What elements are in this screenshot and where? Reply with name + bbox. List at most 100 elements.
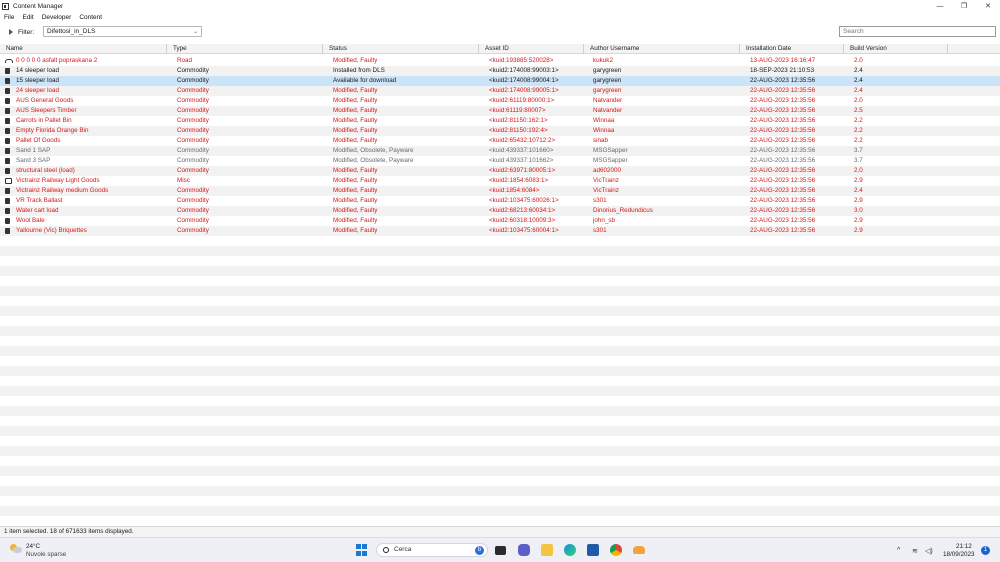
column-header-status[interactable]: Status: [323, 44, 479, 54]
wifi-icon[interactable]: ≋: [912, 538, 918, 562]
table-row[interactable]: Sand 3 SAP Commodity Modified, Obsolete, P…: [0, 156, 1000, 166]
chevron-down-icon: ⌄: [192, 29, 198, 35]
cell-asset-id: <kuid2:1854:6083:1>: [489, 177, 549, 184]
table-row[interactable]: AUS General Goods Commodity Modified, Faul…: [0, 96, 1000, 106]
minimize-button[interactable]: —: [928, 0, 952, 12]
table-row[interactable]: Empty Florida Orange Bin Commodity Modifie…: [0, 126, 1000, 136]
cell-build-version: 2.2: [854, 127, 863, 134]
cell-installation-date: 22-AUG-2023 12:35:56: [750, 207, 816, 214]
volume-icon[interactable]: ◁): [925, 538, 933, 562]
cell-type: Commodity: [177, 167, 209, 174]
table-row[interactable]: Sand 1 SAP Commodity Modified, Obsolete, P…: [0, 146, 1000, 156]
menu-developer[interactable]: Developer: [38, 14, 76, 21]
table-row[interactable]: Yallourne (Vic) Briquettes Commodity Modif…: [0, 226, 1000, 236]
table-row[interactable]: Pallet Of Goods Commodity Modified, Faulty…: [0, 136, 1000, 146]
table-row[interactable]: 0 0 0 0 0 asfalt popraskana 2 Road Modifie…: [0, 56, 1000, 66]
cell-name: structural steel (load): [16, 167, 75, 174]
search-input[interactable]: Search: [839, 26, 996, 37]
menu-content[interactable]: Content: [75, 14, 106, 21]
cell-author: john_sb: [593, 217, 616, 224]
windows-start-icon[interactable]: [356, 544, 368, 556]
cell-author: Winnaa: [593, 127, 615, 134]
edge-browser-icon[interactable]: [564, 544, 576, 556]
cell-build-version: 2.9: [854, 217, 863, 224]
weather-icon[interactable]: [10, 544, 22, 554]
menu-file[interactable]: File: [0, 14, 18, 21]
maximize-button[interactable]: ❐: [952, 0, 976, 12]
cell-name: 15 sleeper load: [16, 77, 60, 84]
cell-asset-id: <kuid2:174008:99005:1>: [489, 87, 559, 94]
chevron-up-icon[interactable]: ^: [897, 538, 900, 562]
taskbar-search[interactable]: Cerca b: [376, 543, 488, 557]
cell-status: Modified, Faulty: [333, 117, 378, 124]
cell-build-version: 3.0: [854, 207, 863, 214]
column-header-build-version[interactable]: Build Version: [844, 44, 948, 54]
cell-asset-id: <kuid:439337:101662>: [489, 157, 554, 164]
cell-status: Modified, Obsolete, Payware: [333, 157, 414, 164]
filter-select[interactable]: Difettosi_in_DLS ⌄: [43, 26, 202, 37]
status-bar: 1 item selected. 18 of 671633 items disp…: [0, 526, 1000, 537]
play-icon[interactable]: [9, 29, 13, 35]
cell-author: garygreen: [593, 77, 622, 84]
cell-name: 0 0 0 0 0 asfalt popraskana 2: [16, 57, 98, 64]
column-header-type[interactable]: Type: [167, 44, 323, 54]
table-row[interactable]: Victrainz Railway medium Goods Commodity M…: [0, 186, 1000, 196]
cell-type: Commodity: [177, 127, 209, 134]
cell-name: Water cart load: [16, 207, 59, 214]
table-row[interactable]: Water cart load Commodity Modified, Faulty…: [0, 206, 1000, 216]
table-row[interactable]: 24 sleeper load Commodity Modified, Faulty…: [0, 86, 1000, 96]
column-header-installation-date[interactable]: Installation Date: [740, 44, 844, 54]
store-icon[interactable]: [587, 544, 599, 556]
taskbar: 24°C Nuvole sparse Cerca b ^ ≋ ◁) 21:12 …: [0, 537, 1000, 562]
weather-temp[interactable]: 24°C: [26, 543, 40, 550]
cell-installation-date: 22-AUG-2023 12:35:56: [750, 137, 816, 144]
column-header-author[interactable]: Author Username: [584, 44, 740, 54]
weather-desc[interactable]: Nuvole sparse: [26, 551, 66, 558]
notification-badge[interactable]: 1: [981, 546, 990, 555]
cell-build-version: 2.9: [854, 227, 863, 234]
cell-name: Victrainz Railway medium Goods: [16, 187, 109, 194]
cell-asset-id: <kuid2:68213:60034:1>: [489, 207, 556, 214]
task-view-icon[interactable]: [495, 546, 506, 555]
chrome-browser-icon[interactable]: [610, 544, 622, 556]
cell-author: Dinorius_Redundicus: [593, 207, 653, 214]
cell-author: garygreen: [593, 67, 622, 74]
cell-name: Empty Florida Orange Bin: [16, 127, 89, 134]
cell-author: Natvander: [593, 107, 623, 114]
table-row[interactable]: VR Track Ballast Commodity Modified, Fault…: [0, 196, 1000, 206]
cell-build-version: 2.4: [854, 77, 863, 84]
cell-status: Modified, Faulty: [333, 127, 378, 134]
table-row[interactable]: Carrots in Pallet Bin Commodity Modified, …: [0, 116, 1000, 126]
table-row[interactable]: AUS Sleepers Timber Commodity Modified, Fa…: [0, 106, 1000, 116]
file-explorer-icon[interactable]: [541, 544, 553, 556]
cell-build-version: 2.2: [854, 117, 863, 124]
column-header-asset-id[interactable]: Asset ID: [479, 44, 584, 54]
trainz-app-icon[interactable]: [633, 546, 645, 554]
cell-asset-id: <kuid2:103475:60004:1>: [489, 227, 559, 234]
table-row[interactable]: 14 sleeper load Commodity Installed from D…: [0, 66, 1000, 76]
commodity-icon: [5, 158, 10, 164]
commodity-icon: [5, 148, 10, 154]
table-row[interactable]: 15 sleeper load Commodity Available for do…: [0, 76, 1000, 86]
cell-type: Commodity: [177, 137, 209, 144]
commodity-icon: [5, 228, 10, 234]
column-header-name[interactable]: Name: [0, 44, 167, 54]
cell-author: s301: [593, 197, 607, 204]
menu-bar: File Edit Developer Content: [0, 12, 1000, 23]
cell-name: Victrainz Railway Light Goods: [16, 177, 100, 184]
cell-asset-id: <kuid2:174008:99004:1>: [489, 77, 559, 84]
table-row[interactable]: structural steel (load) Commodity Modified…: [0, 166, 1000, 176]
cell-installation-date: 22-AUG-2023 12:35:56: [750, 197, 816, 204]
close-button[interactable]: ✕: [976, 0, 1000, 12]
cell-build-version: 2.2: [854, 137, 863, 144]
clock-date[interactable]: 18/09/2023: [943, 551, 975, 558]
menu-edit[interactable]: Edit: [18, 14, 37, 21]
cell-name: Pallet Of Goods: [16, 137, 61, 144]
table-row[interactable]: Wool Bale Commodity Modified, Faulty <kuid2…: [0, 216, 1000, 226]
clock-time[interactable]: 21:12: [956, 543, 972, 550]
cell-type: Commodity: [177, 97, 209, 104]
cell-build-version: 3.7: [854, 157, 863, 164]
chat-icon[interactable]: [518, 544, 530, 556]
cell-asset-id: <kuid2:65432:10712:2>: [489, 137, 556, 144]
table-row[interactable]: Victrainz Railway Light Goods Misc Modifie…: [0, 176, 1000, 186]
